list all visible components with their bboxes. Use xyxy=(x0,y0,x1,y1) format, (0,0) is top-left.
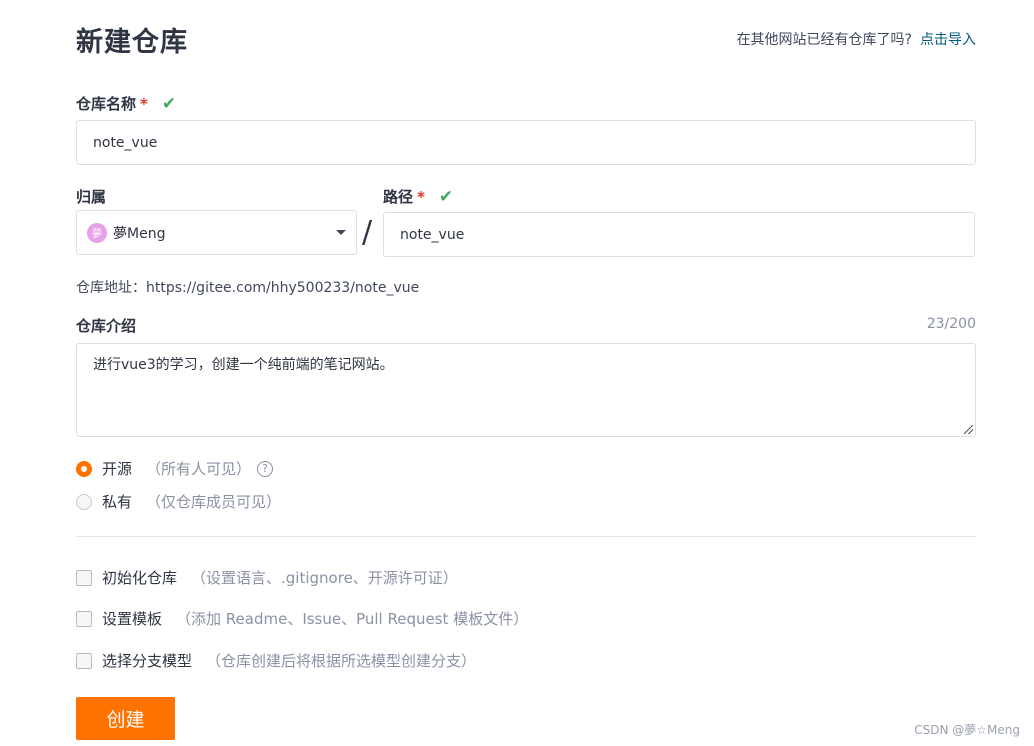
template-label: 设置模板 xyxy=(102,610,163,628)
required-mark: * xyxy=(140,94,148,113)
chevron-down-icon xyxy=(336,230,346,235)
branch-model-hint: （仓库创建后将根据所选模型创建分支） xyxy=(206,652,477,670)
import-hint: 在其他网站已经有仓库了吗? 点击导入 xyxy=(737,29,976,49)
import-link[interactable]: 点击导入 xyxy=(920,32,976,48)
template-option[interactable]: 设置模板 （添加 Readme、Issue、Pull Request 模板文件） xyxy=(76,608,528,629)
owner-label: 归属 xyxy=(76,186,106,207)
visibility-private-option[interactable]: 私有 （仅仓库成员可见） xyxy=(76,491,281,512)
template-checkbox[interactable] xyxy=(76,610,92,627)
init-repo-hint: （设置语言、.gitignore、开源许可证） xyxy=(191,569,458,587)
path-input[interactable]: note_vue xyxy=(383,212,975,257)
radio-public[interactable] xyxy=(76,460,92,477)
visibility-private-label: 私有 xyxy=(102,493,133,511)
repo-name-label-text: 仓库名称 xyxy=(76,95,137,113)
owner-select[interactable]: 夢 夢Meng xyxy=(76,210,357,255)
description-label-text: 仓库介绍 xyxy=(76,317,137,335)
path-separator: / xyxy=(362,215,373,250)
repo-name-label: 仓库名称 * ✔ xyxy=(76,93,176,114)
visibility-public-option[interactable]: 开源 （所有人可见） ? xyxy=(76,458,274,479)
visibility-public-label: 开源 xyxy=(102,460,133,478)
init-repo-option[interactable]: 初始化仓库 （设置语言、.gitignore、开源许可证） xyxy=(76,567,458,588)
required-mark: * xyxy=(417,187,425,206)
radio-private[interactable] xyxy=(76,493,92,510)
avatar: 夢 xyxy=(87,222,107,243)
visibility-private-hint: （仅仓库成员可见） xyxy=(146,493,282,511)
resize-handle-icon[interactable] xyxy=(964,425,973,434)
page-title: 新建仓库 xyxy=(76,27,188,58)
repo-address: 仓库地址：https://gitee.com/hhy500233/note_vu… xyxy=(76,280,420,296)
branch-model-checkbox[interactable] xyxy=(76,652,92,669)
check-icon: ✔ xyxy=(161,93,177,114)
description-value: 进行vue3的学习，创建一个纯前端的笔记网站。 xyxy=(93,357,394,373)
repo-name-value: note_vue xyxy=(93,134,158,151)
template-hint: （添加 Readme、Issue、Pull Request 模板文件） xyxy=(176,610,529,628)
owner-value: 夢Meng xyxy=(113,225,166,242)
branch-model-label: 选择分支模型 xyxy=(102,652,193,670)
repo-name-input[interactable]: note_vue xyxy=(76,120,976,165)
path-label: 路径 * ✔ xyxy=(383,186,453,207)
visibility-public-hint: （所有人可见） xyxy=(146,460,252,478)
branch-model-option[interactable]: 选择分支模型 （仓库创建后将根据所选模型创建分支） xyxy=(76,650,476,671)
init-repo-label: 初始化仓库 xyxy=(102,569,178,587)
watermark: CSDN @夢☆Meng xyxy=(914,723,1020,737)
description-textarea[interactable]: 进行vue3的学习，创建一个纯前端的笔记网站。 xyxy=(76,343,976,437)
description-counter: 23/200 xyxy=(926,316,976,332)
path-value: note_vue xyxy=(400,226,465,243)
owner-label-text: 归属 xyxy=(76,188,107,206)
check-icon: ✔ xyxy=(438,186,454,207)
owner-selected: 夢 夢Meng xyxy=(87,222,166,243)
init-repo-checkbox[interactable] xyxy=(76,569,92,586)
path-label-text: 路径 xyxy=(383,188,414,206)
description-label: 仓库介绍 xyxy=(76,315,136,336)
help-icon[interactable]: ? xyxy=(257,460,274,477)
divider xyxy=(76,536,976,537)
create-button[interactable]: 创建 xyxy=(76,697,175,740)
import-hint-text: 在其他网站已经有仓库了吗? xyxy=(736,32,912,48)
